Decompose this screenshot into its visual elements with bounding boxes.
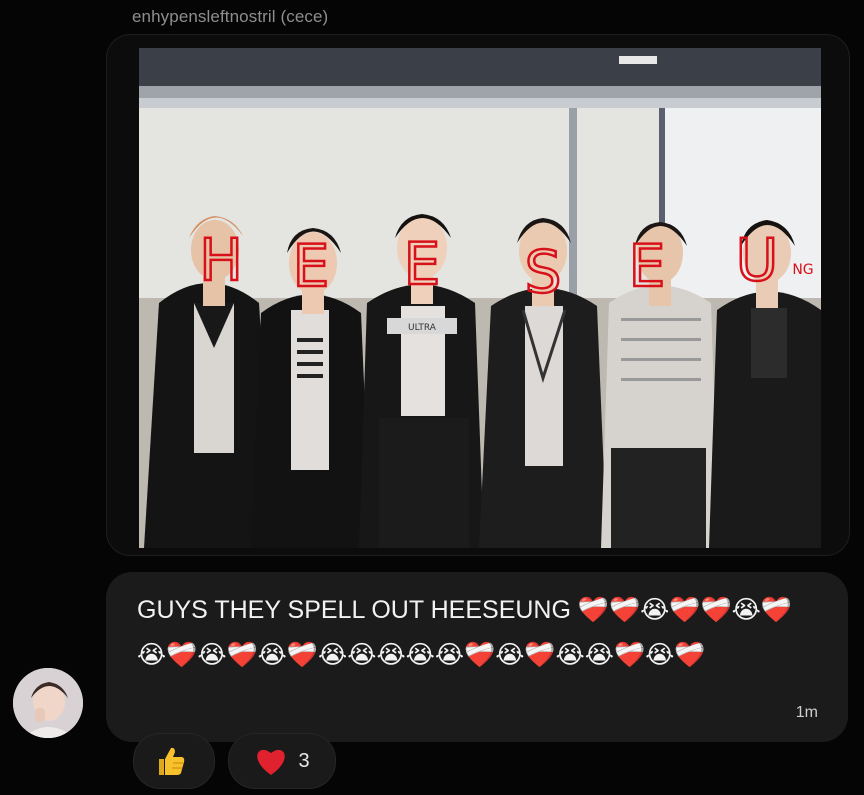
shirt-print-text: ULTRA (408, 323, 437, 333)
heart-count: 3 (298, 749, 310, 772)
message-timestamp: 1m (795, 704, 818, 721)
annotation-letter-5: E (629, 232, 666, 300)
shared-image-message[interactable]: ULTRA H E E S E U NG (106, 34, 850, 556)
avatar-image (13, 668, 83, 738)
group-photo-illustration: ULTRA H E E S E U NG (139, 48, 821, 548)
thumbs-up-icon (159, 747, 185, 775)
heart-reaction[interactable]: 3 (228, 733, 336, 789)
message-text: GUYS THEY SPELL OUT HEESEUNG ❤️‍🩹❤️‍🩹😭❤️… (137, 596, 792, 669)
sender-name: enhypensleftnostril (cece) (132, 7, 329, 26)
avatar[interactable] (13, 668, 83, 738)
annotation-letter-6: U (736, 226, 778, 294)
annotation-letter-3: E (404, 230, 441, 298)
annotation-letter-2: E (293, 232, 330, 300)
annotation-suffix: NG (792, 262, 813, 278)
message-bubble[interactable]: GUYS THEY SPELL OUT HEESEUNG ❤️‍🩹❤️‍🩹😭❤️… (106, 572, 848, 742)
group-photo[interactable]: ULTRA H E E S E U NG (139, 48, 821, 548)
heart-icon (257, 749, 286, 775)
thumbs-up-reaction[interactable] (133, 733, 215, 789)
annotation-letter-4: S (525, 238, 562, 306)
annotation-letter-1: H (199, 226, 243, 294)
